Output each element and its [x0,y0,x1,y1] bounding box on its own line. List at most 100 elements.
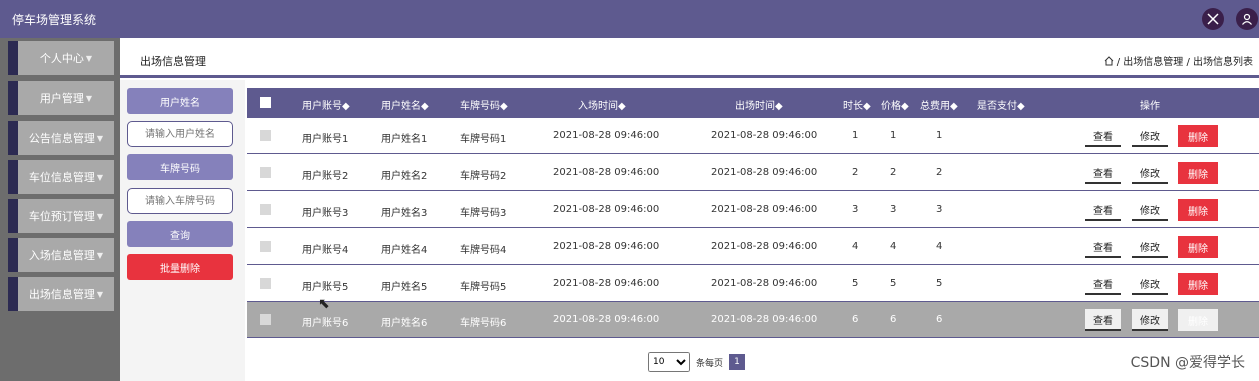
col-header-price[interactable]: 价格◆ [881,97,909,112]
cell-plate: 车牌号码3 [460,208,507,219]
edit-button[interactable]: 修改 [1132,273,1168,295]
exit-info-table: 用户账号◆ 用户姓名◆ 车牌号码◆ 入场时间◆ 出场时间◆ 时长◆ 价格◆ 总费… [247,88,1259,338]
row-checkbox[interactable] [260,204,271,215]
row-checkbox[interactable] [260,314,271,325]
col-header-exit-time[interactable]: 出场时间◆ [735,97,783,112]
table-row[interactable]: 用户账号6 用户姓名6 车牌号码6 2021-08-28 09:46:00 20… [247,302,1259,338]
cell-price: 6 [890,314,897,325]
cell-entry-time: 2021-08-28 09:46:00 [553,204,660,215]
batch-delete-button[interactable]: 批量删除 [127,254,233,280]
sidebar-item-entry[interactable]: 入场信息管理 ▼ [8,238,114,272]
chevron-down-icon: ▼ [96,289,104,299]
delete-button[interactable]: 删除 [1178,125,1218,147]
delete-button[interactable]: 删除 [1178,236,1218,258]
view-button[interactable]: 查看 [1085,236,1121,258]
cell-price: 4 [890,241,897,252]
table-row[interactable]: 用户账号1 用户姓名1 车牌号码1 2021-08-28 09:46:00 20… [247,118,1259,154]
delete-button[interactable]: 删除 [1178,309,1218,331]
cell-entry-time: 2021-08-28 09:46:00 [553,241,660,252]
edit-button[interactable]: 修改 [1132,199,1168,221]
cell-total: 5 [936,278,943,289]
fullscreen-icon[interactable] [1202,8,1224,30]
cell-duration: 1 [852,130,859,141]
delete-button[interactable]: 删除 [1178,199,1218,221]
view-button[interactable]: 查看 [1085,162,1121,184]
cell-account: 用户账号4 [302,245,349,256]
cell-duration: 4 [852,241,859,252]
sidebar-item-users[interactable]: 用户管理 ▼ [8,81,114,115]
cell-exit-time: 2021-08-28 09:46:00 [711,278,818,289]
cell-plate: 车牌号码2 [460,171,507,182]
col-header-entry-time[interactable]: 入场时间◆ [578,97,626,112]
col-header-duration[interactable]: 时长◆ [843,97,871,112]
table-row[interactable]: 用户账号2 用户姓名2 车牌号码2 2021-08-28 09:46:00 20… [247,155,1259,191]
row-checkbox[interactable] [260,241,271,252]
select-all-checkbox[interactable] [260,97,271,108]
cell-total: 1 [936,130,943,141]
chevron-down-icon: ▼ [96,211,104,221]
home-icon[interactable] [1104,55,1114,66]
sidebar-item-label: 公告信息管理 [28,132,95,145]
page-size-select[interactable]: 10 [648,352,690,372]
col-header-total[interactable]: 总费用◆ [920,97,958,112]
sidebar-item-exit[interactable]: 出场信息管理 ▼ [8,277,114,311]
edit-button[interactable]: 修改 [1132,309,1168,331]
table-row[interactable]: 用户账号5 用户姓名5 车牌号码5 2021-08-28 09:46:00 20… [247,266,1259,302]
per-page-label: 条每页 [696,358,724,369]
sidebar-item-profile[interactable]: 个人中心 ▼ [8,41,114,75]
page-number-button[interactable]: 1 [729,354,746,370]
filter-panel: 用户姓名 车牌号码 查询 批量删除 [120,80,245,381]
sidebar-item-spaces[interactable]: 车位信息管理 ▼ [8,160,114,194]
col-header-account[interactable]: 用户账号◆ [302,97,350,112]
delete-button[interactable]: 删除 [1178,162,1218,184]
view-button[interactable]: 查看 [1085,199,1121,221]
cell-price: 1 [890,130,897,141]
edit-button[interactable]: 修改 [1132,162,1168,184]
cell-account: 用户账号6 [302,318,349,329]
cell-name: 用户姓名3 [381,208,428,219]
view-button[interactable]: 查看 [1085,309,1121,331]
cell-exit-time: 2021-08-28 09:46:00 [711,167,818,178]
cell-total: 2 [936,167,943,178]
query-button[interactable]: 查询 [127,221,233,247]
sidebar-item-label: 入场信息管理 [28,249,95,262]
cell-name: 用户姓名1 [381,134,428,145]
row-checkbox[interactable] [260,130,271,141]
user-icon[interactable] [1236,8,1258,30]
view-button[interactable]: 查看 [1085,125,1121,147]
cell-entry-time: 2021-08-28 09:46:00 [553,167,660,178]
col-header-paid[interactable]: 是否支付◆ [977,97,1025,112]
table-row[interactable]: 用户账号3 用户姓名3 车牌号码3 2021-08-28 09:46:00 20… [247,192,1259,228]
edit-button[interactable]: 修改 [1132,236,1168,258]
cell-plate: 车牌号码5 [460,282,507,293]
delete-button[interactable]: 删除 [1178,273,1218,295]
cell-duration: 5 [852,278,859,289]
cell-entry-time: 2021-08-28 09:46:00 [553,130,660,141]
top-bar: 停车场管理系统 [0,0,1259,38]
mouse-cursor-icon: ⬉ [318,296,330,312]
edit-button[interactable]: 修改 [1132,125,1168,147]
table-row[interactable]: 用户账号4 用户姓名4 车牌号码4 2021-08-28 09:46:00 20… [247,229,1259,265]
col-header-plate[interactable]: 车牌号码◆ [460,97,508,112]
breadcrumb-text[interactable]: / 出场信息管理 / 出场信息列表 [1117,53,1253,68]
plate-input[interactable] [127,188,233,214]
row-checkbox[interactable] [260,167,271,178]
chevron-down-icon: ▼ [96,250,104,260]
watermark: CSDN @爱得学长 [1130,355,1245,371]
cell-entry-time: 2021-08-28 09:46:00 [553,278,660,289]
chevron-down-icon: ▼ [96,172,104,182]
view-button[interactable]: 查看 [1085,273,1121,295]
sidebar-item-notices[interactable]: 公告信息管理 ▼ [8,121,114,155]
cell-duration: 3 [852,204,859,215]
username-input[interactable] [127,121,233,147]
chevron-down-icon: ▼ [85,53,93,63]
sidebar-item-reservations[interactable]: 车位预订管理 ▼ [8,199,114,233]
row-checkbox[interactable] [260,278,271,289]
pagination: 10 条每页 1 [648,352,746,372]
col-header-name[interactable]: 用户姓名◆ [381,97,429,112]
plate-label: 车牌号码 [127,154,233,180]
cell-plate: 车牌号码1 [460,134,507,145]
cell-price: 2 [890,167,897,178]
cell-price: 3 [890,204,897,215]
cell-entry-time: 2021-08-28 09:46:00 [553,314,660,325]
